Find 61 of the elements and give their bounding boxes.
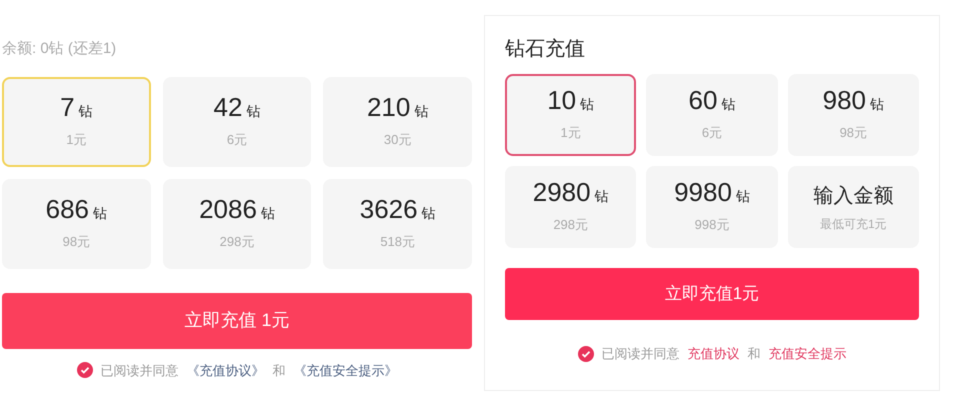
diamond-unit: 钻 bbox=[93, 204, 108, 223]
package-option[interactable]: 2086 钻 298元 bbox=[162, 178, 312, 268]
diamond-unit: 钻 bbox=[414, 102, 428, 121]
option-price: 298元 bbox=[553, 216, 588, 234]
option-price: 30元 bbox=[384, 130, 412, 149]
agreement-link[interactable]: 《充值协议》 bbox=[186, 360, 264, 380]
diamond-unit: 钻 bbox=[246, 102, 260, 121]
diamond-amount: 210 bbox=[366, 94, 410, 120]
balance-text: 余额: 0钻 (还差1) bbox=[2, 39, 118, 59]
option-price: 98元 bbox=[840, 124, 868, 142]
diamond-amount: 10 bbox=[547, 87, 576, 114]
package-option[interactable]: 60 钻 6元 bbox=[646, 74, 778, 156]
package-option[interactable]: 210 钻 30元 bbox=[323, 76, 472, 166]
diamond-amount: 7 bbox=[60, 94, 75, 120]
diamond-unit: 钻 bbox=[78, 102, 93, 121]
option-price: 1元 bbox=[66, 130, 86, 149]
diamond-amount: 60 bbox=[688, 87, 718, 114]
checked-icon[interactable] bbox=[578, 346, 594, 362]
agreement-link[interactable]: 充值安全提示 bbox=[768, 344, 846, 364]
diamond-unit: 钻 bbox=[870, 95, 884, 114]
diamond-amount: 3626 bbox=[360, 196, 418, 222]
option-price: 98元 bbox=[62, 232, 90, 251]
package-option[interactable]: 980 钻 98元 bbox=[788, 74, 919, 156]
custom-amount-option[interactable]: 输入金额 最低可充1元 bbox=[788, 166, 919, 248]
diamond-amount: 980 bbox=[822, 87, 866, 114]
package-option[interactable]: 9980 钻 998元 bbox=[646, 166, 778, 248]
conjunction-text: 和 bbox=[748, 345, 760, 363]
diamond-unit: 钻 bbox=[736, 187, 750, 206]
option-price: 6元 bbox=[702, 124, 722, 142]
package-option[interactable]: 3626 钻 518元 bbox=[323, 178, 472, 268]
checked-icon[interactable] bbox=[76, 362, 92, 378]
package-option[interactable]: 2980 钻 298元 bbox=[505, 166, 636, 248]
diamond-unit: 钻 bbox=[422, 204, 436, 223]
package-option[interactable]: 686 钻 98元 bbox=[2, 178, 151, 268]
panel-title: 钻石充值 bbox=[505, 37, 586, 62]
option-price: 1元 bbox=[560, 124, 581, 142]
diamond-amount: 686 bbox=[46, 196, 90, 222]
option-price: 998元 bbox=[694, 216, 730, 234]
package-option[interactable]: 10 钻 1元 bbox=[505, 74, 636, 156]
recharge-button[interactable]: 立即充值1元 bbox=[505, 268, 919, 320]
recharge-button[interactable]: 立即充值 1元 bbox=[2, 292, 472, 348]
diamond-unit: 钻 bbox=[260, 204, 275, 223]
option-price: 298元 bbox=[220, 232, 254, 251]
agreement-link[interactable]: 充值协议 bbox=[688, 344, 740, 364]
diamond-unit: 钻 bbox=[721, 95, 736, 114]
diamond-amount: 9980 bbox=[674, 179, 732, 206]
option-hint: 最低可充1元 bbox=[820, 216, 887, 233]
diamond-unit: 钻 bbox=[580, 95, 594, 114]
agreement-text: 已阅读并同意 bbox=[602, 345, 680, 363]
package-option[interactable]: 42 钻 6元 bbox=[162, 76, 312, 166]
diamond-unit: 钻 bbox=[594, 187, 609, 206]
agreement-text: 已阅读并同意 bbox=[100, 362, 178, 380]
option-price: 518元 bbox=[380, 232, 416, 251]
option-price: 6元 bbox=[226, 130, 248, 149]
option-label: 输入金额 bbox=[813, 184, 894, 209]
conjunction-text: 和 bbox=[272, 362, 286, 380]
diamond-amount: 2086 bbox=[199, 196, 257, 222]
package-option[interactable]: 7 钻 1元 bbox=[2, 76, 151, 166]
diamond-amount: 42 bbox=[214, 94, 242, 120]
diamond-amount: 2980 bbox=[532, 179, 591, 206]
agreement-link[interactable]: 《充值安全提示》 bbox=[294, 360, 398, 380]
